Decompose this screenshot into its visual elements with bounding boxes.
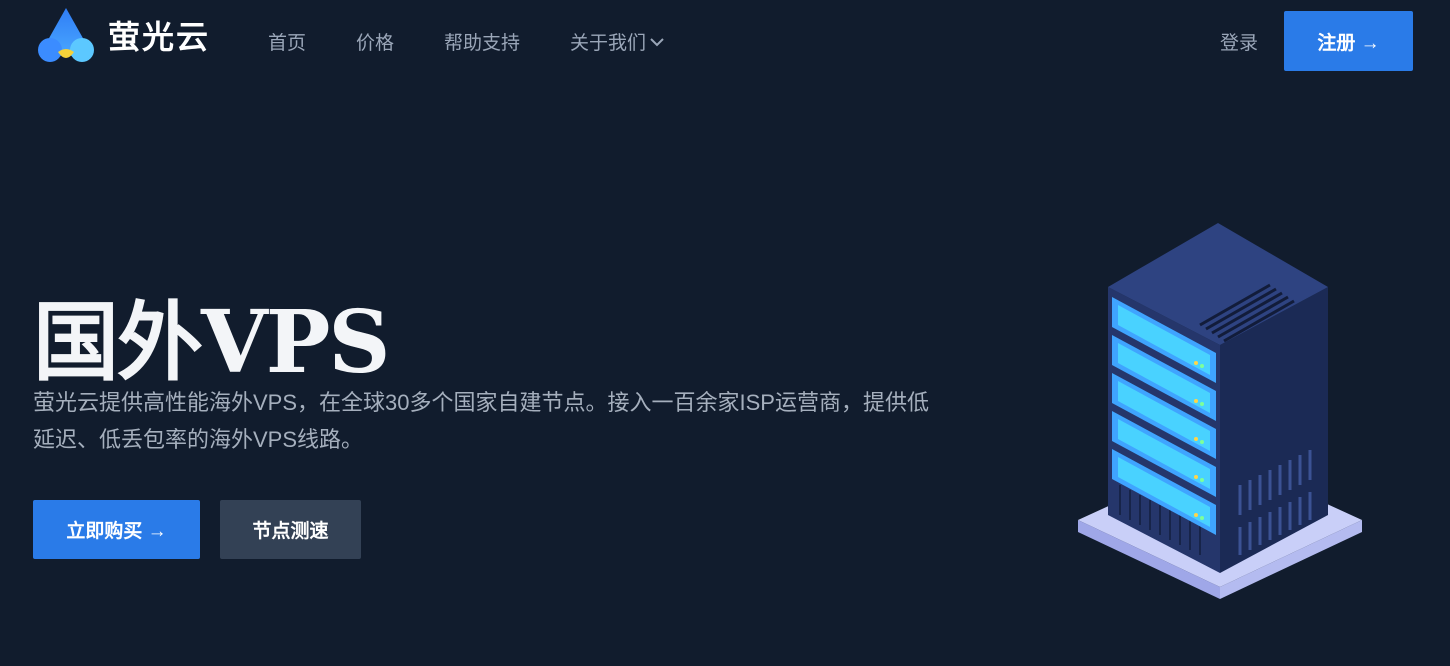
signup-button[interactable]: 注册 → <box>1284 11 1413 71</box>
firefly-logo-icon <box>38 8 94 62</box>
hero-title: 国外VPS <box>33 292 390 393</box>
speed-test-button[interactable]: 节点测速 <box>220 500 361 559</box>
nav-about-label: 关于我们 <box>570 33 647 54</box>
nav-about[interactable]: 关于我们 <box>570 28 664 55</box>
brand-name: 萤光云 <box>108 19 211 55</box>
nav-home[interactable]: 首页 <box>268 28 306 55</box>
server-rack-illustration <box>1078 223 1362 599</box>
main-menu: 首页 价格 帮助支持 关于我们 <box>268 28 714 55</box>
hero-description: 萤光云提供高性能海外VPS，在全球30多个国家自建节点。接入一百余家ISP运营商… <box>33 390 929 452</box>
chevron-down-icon <box>650 37 664 46</box>
nav-help[interactable]: 帮助支持 <box>444 28 520 55</box>
logo[interactable]: 萤光云 <box>36 6 210 64</box>
top-navbar: 萤光云 首页 价格 帮助支持 关于我们 登录 注册 → <box>0 0 1450 82</box>
buy-now-button[interactable]: 立即购买 → <box>33 500 200 559</box>
nav-pricing[interactable]: 价格 <box>356 28 394 55</box>
login-link[interactable]: 登录 <box>1220 28 1258 55</box>
